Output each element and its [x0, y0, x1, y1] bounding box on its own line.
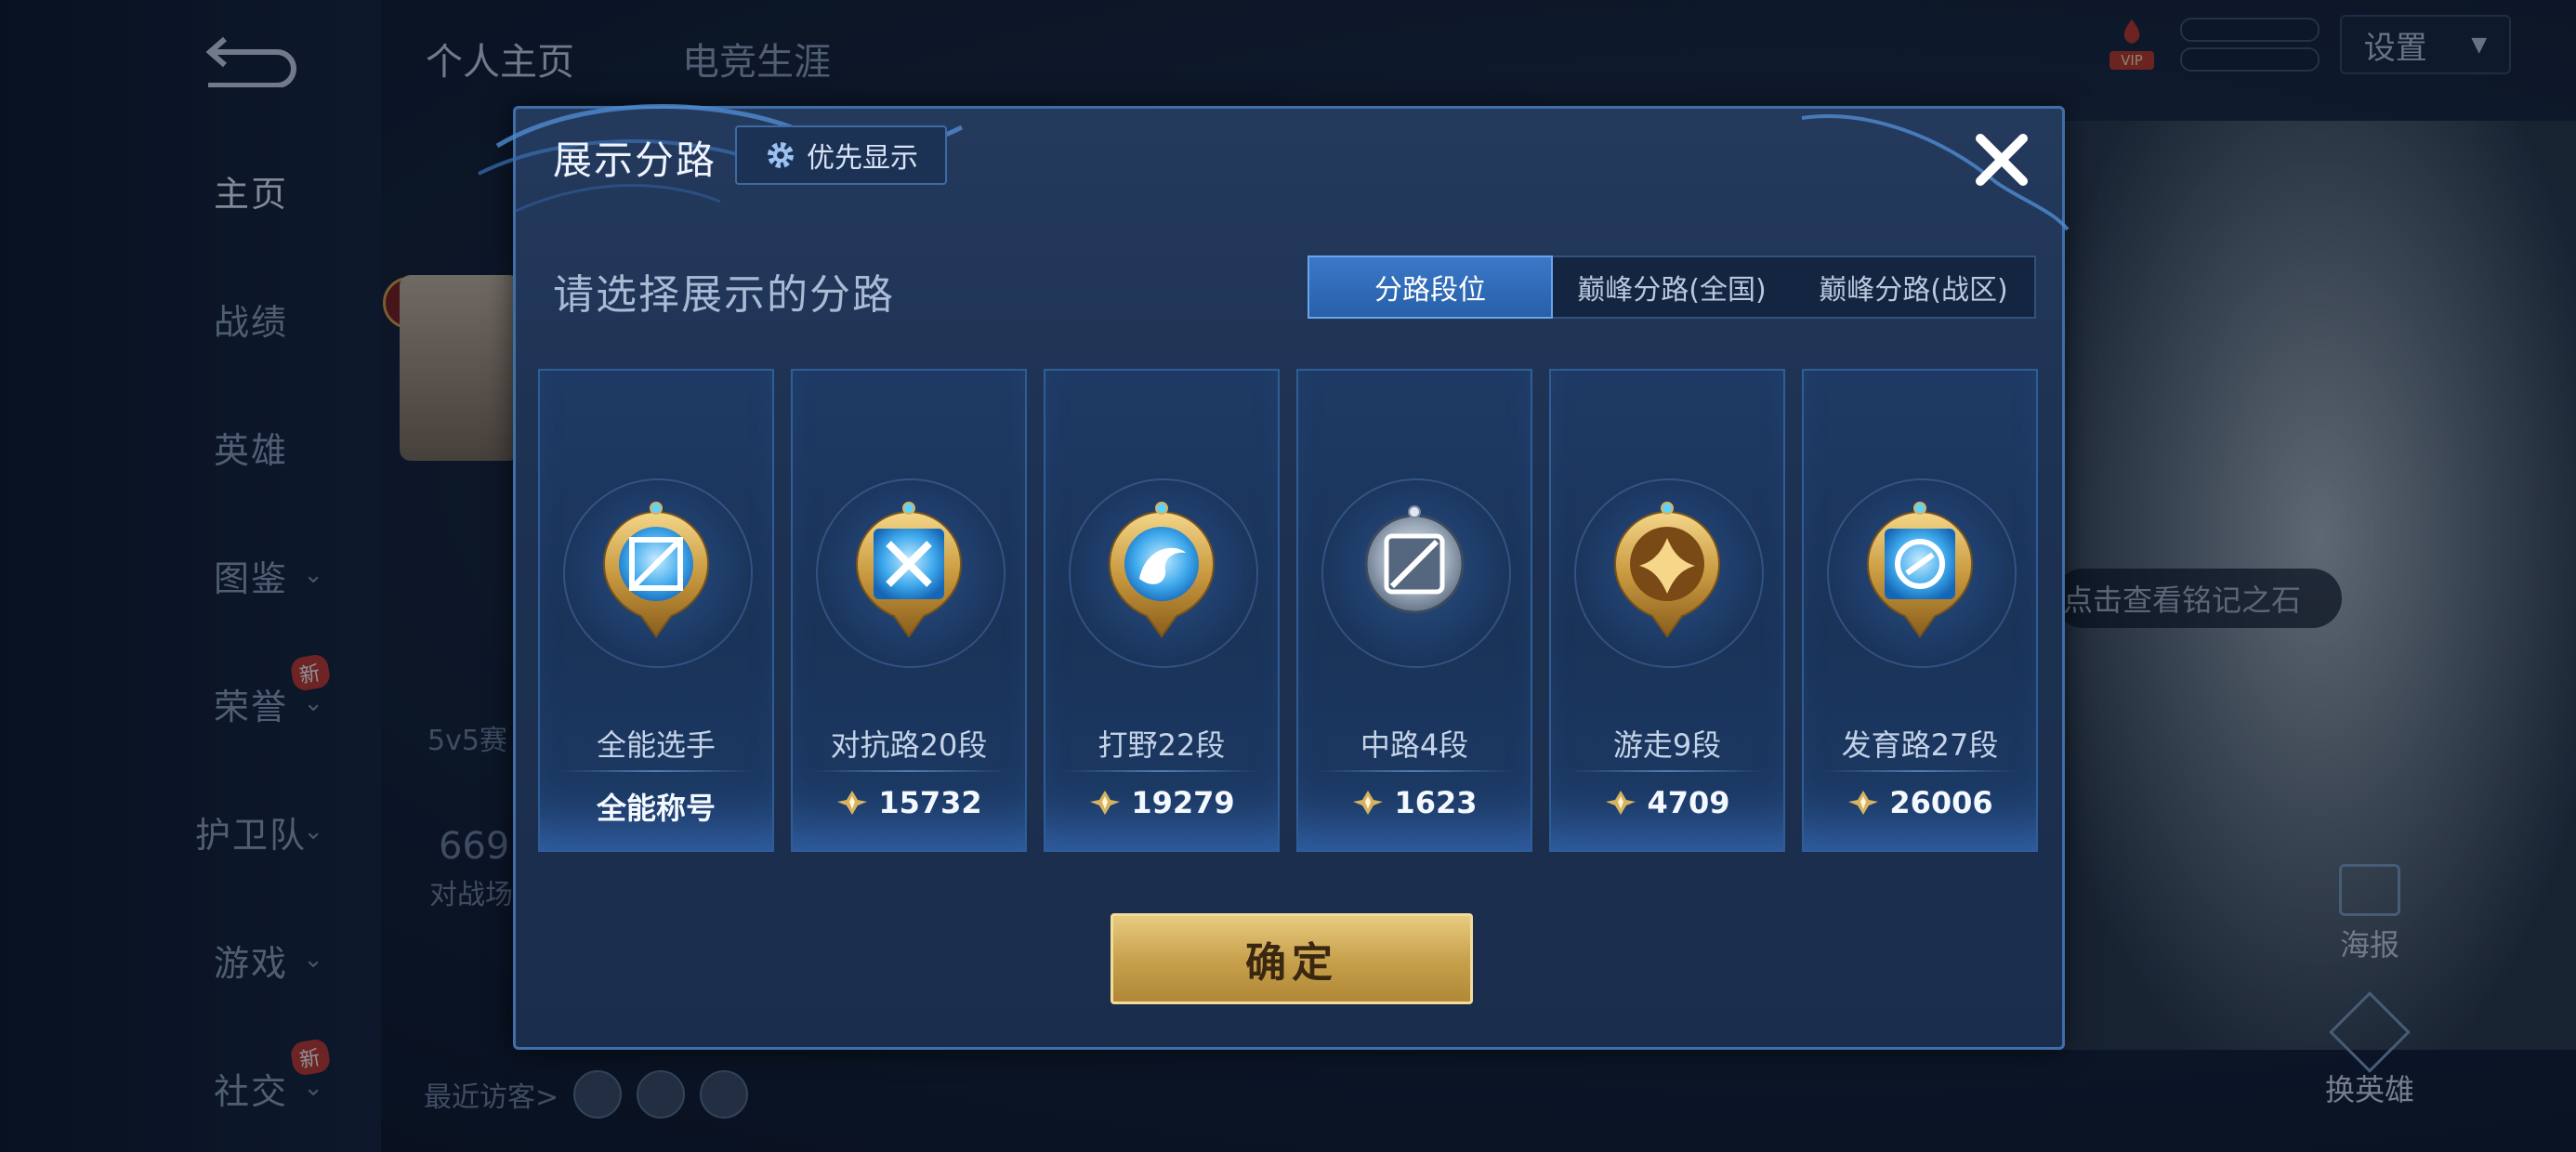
divider — [811, 770, 1006, 772]
lane-card-value: 19279 — [1131, 785, 1235, 820]
priority-label: 优先显示 — [807, 142, 918, 175]
divider — [559, 770, 754, 772]
lane-card-mid[interactable]: 中路4段 1623 — [1296, 369, 1532, 852]
roam-badge-icon — [1602, 501, 1732, 640]
confirm-button[interactable]: 确定 — [1111, 913, 1473, 1004]
close-icon — [1976, 134, 2028, 186]
clash-badge-icon — [844, 501, 974, 640]
peak-score-icon — [1606, 791, 1636, 815]
lane-card-clash[interactable]: 对抗路20段 15732 — [791, 369, 1027, 852]
divider — [1822, 770, 2017, 772]
peak-score-icon — [1090, 791, 1121, 815]
dialog-title: 展示分路 — [553, 137, 717, 183]
divider — [1064, 770, 1259, 772]
lane-card-score: 全能称号 — [540, 785, 772, 828]
peak-score-icon — [1848, 791, 1879, 815]
lane-card-value: 1623 — [1394, 785, 1478, 820]
tab-lane-rank[interactable]: 分路段位 — [1308, 255, 1553, 319]
jungle-badge-icon — [1097, 501, 1227, 640]
peak-score-icon — [1353, 791, 1384, 815]
lane-tabs: 分路段位 巅峰分路(全国) 巅峰分路(战区) — [1308, 255, 2036, 319]
lane-card-label: 全能选手 — [596, 727, 716, 763]
priority-display-button[interactable]: 优先显示 — [735, 125, 947, 185]
lane-card-value: 全能称号 — [596, 791, 716, 826]
lane-card-score: 26006 — [1804, 785, 2036, 820]
lane-card-label: 对抗路20段 — [830, 727, 988, 763]
lane-card-score: 4709 — [1551, 785, 1783, 820]
lane-card-allround[interactable]: 全能选手 全能称号 — [538, 369, 774, 852]
lane-card-score: 15732 — [793, 785, 1025, 820]
divider — [1317, 770, 1512, 772]
divider — [1570, 770, 1765, 772]
lane-card-value: 15732 — [878, 785, 982, 820]
close-button[interactable] — [1960, 118, 2044, 202]
lane-card-roam[interactable]: 游走9段 4709 — [1549, 369, 1785, 852]
peak-score-icon — [837, 791, 868, 815]
tab-peak-lane-national[interactable]: 巅峰分路(全国) — [1551, 257, 1793, 317]
lane-card-score: 19279 — [1045, 785, 1278, 820]
gear-icon — [768, 142, 794, 168]
dialog-subtitle: 请选择展示的分路 — [553, 271, 895, 319]
lane-card-value: 26006 — [1889, 785, 1993, 820]
lane-card-value: 4709 — [1647, 785, 1730, 820]
lane-card-jungle[interactable]: 打野22段 19279 — [1044, 369, 1280, 852]
farm-badge-icon — [1855, 501, 1985, 640]
mid-badge-icon — [1349, 501, 1479, 640]
lane-card-label: 发育路27段 — [1841, 727, 1999, 763]
tab-peak-lane-region[interactable]: 巅峰分路(战区) — [1793, 257, 2034, 317]
lane-card-label: 打野22段 — [1097, 727, 1226, 763]
allround-badge-icon — [591, 501, 721, 640]
lane-cards: 全能选手 全能称号 对抗路20段 15732 打野22段 19279 中路4段 1623 游走9… — [538, 369, 2044, 852]
lane-card-score: 1623 — [1298, 785, 1531, 820]
lane-display-dialog: 展示分路 优先显示 请选择展示的分路 分路段位 巅峰分路(全国) 巅峰分路(战区) … — [478, 104, 2070, 1050]
lane-card-label: 游走9段 — [1612, 727, 1722, 763]
lane-card-farm[interactable]: 发育路27段 26006 — [1802, 369, 2038, 852]
lane-card-label: 中路4段 — [1360, 727, 1469, 763]
